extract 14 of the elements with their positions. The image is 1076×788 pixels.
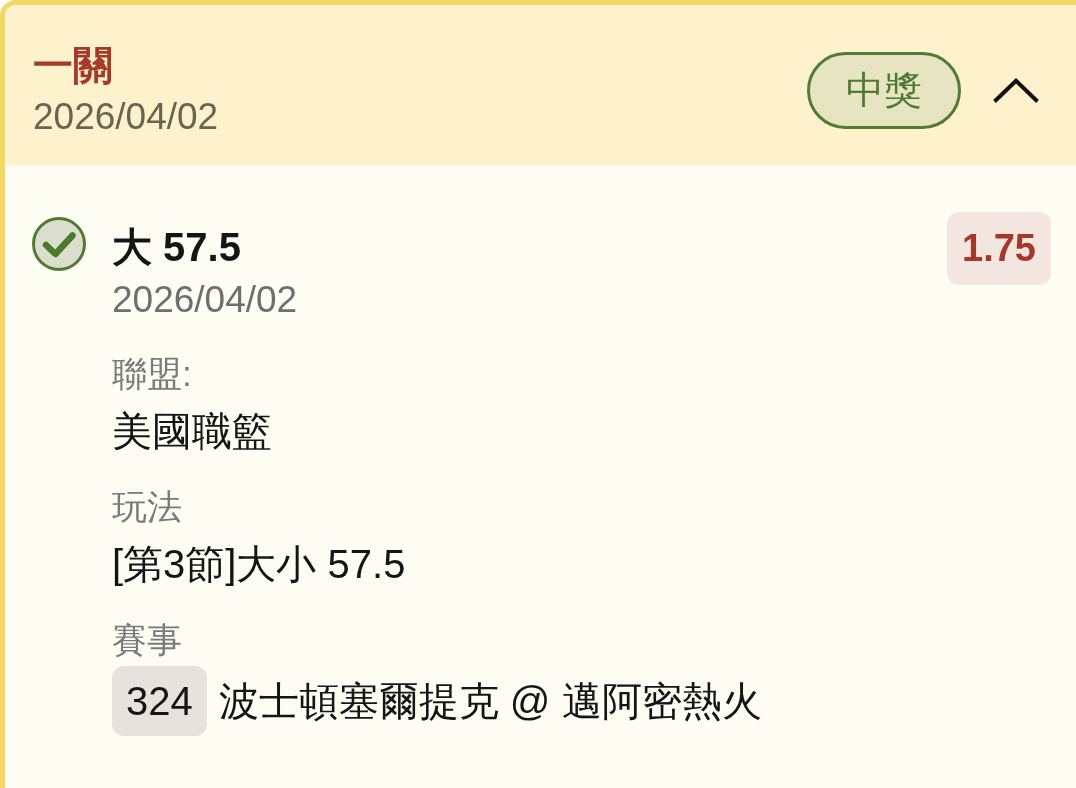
field-value: 美國職籃	[112, 408, 272, 455]
odds-badge: 1.75	[947, 212, 1051, 285]
selection-title: 大 57.5	[112, 224, 241, 271]
field-label: 聯盟:	[112, 353, 192, 395]
bet-type-title: 一關	[33, 42, 113, 89]
field-value: [第3節]大小 57.5	[112, 541, 406, 588]
status-badge: 中獎	[807, 51, 961, 129]
chevron-up-icon[interactable]	[993, 77, 1039, 103]
bet-date: 2026/04/02	[33, 95, 219, 139]
field-label: 玩法	[112, 486, 182, 528]
match-teams: 波士頓塞爾提克 @ 邁阿密熱火	[218, 678, 762, 725]
selection-date: 2026/04/02	[112, 278, 298, 322]
match-number-badge: 324	[112, 666, 207, 736]
field-label: 賽事	[112, 619, 182, 661]
